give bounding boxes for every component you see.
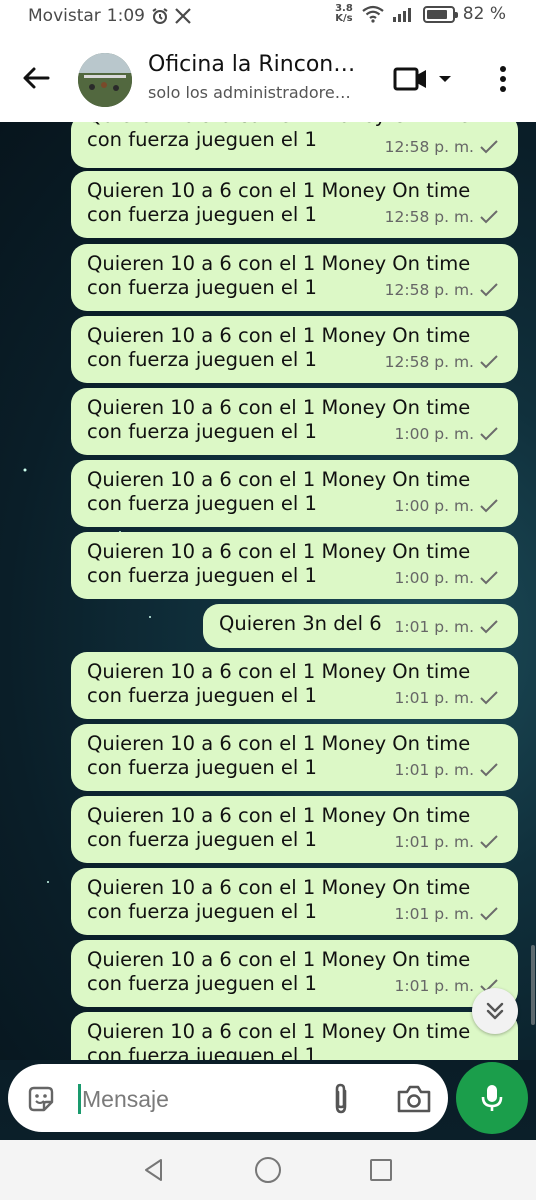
- message-input[interactable]: [82, 1082, 312, 1116]
- chat-subtitle: solo los administradore…: [148, 83, 351, 102]
- message-bubble[interactable]: Quieren 10 a 6 con el 1 Money On time co…: [71, 652, 518, 719]
- message-bubble[interactable]: Quieren 10 a 6 con el 1 Money On time co…: [71, 868, 518, 935]
- voice-record-button[interactable]: [456, 1062, 528, 1134]
- back-arrow-icon[interactable]: [20, 62, 52, 94]
- message-text: Quieren 3n del 6: [219, 612, 382, 635]
- message-bubble[interactable]: Quieren 10 a 6 con el 1 Money On time co…: [71, 940, 518, 1007]
- message-meta: 1:00 p. m.: [395, 566, 498, 590]
- sent-check-icon: [480, 691, 498, 705]
- signal-icon: [392, 8, 411, 22]
- message-time: 1:00 p. m.: [394, 497, 474, 515]
- message-meta: 1:01 p. m.: [395, 686, 498, 710]
- scrollbar-thumb[interactable]: [531, 945, 535, 1025]
- microphone-icon: [481, 1085, 503, 1111]
- text-cursor: [78, 1084, 81, 1114]
- carrier-name: Movistar: [28, 6, 101, 26]
- message-time: 1:01 p. m.: [394, 977, 474, 995]
- message-time: 1:01 p. m.: [394, 618, 474, 636]
- battery-percent: 82 %: [462, 4, 506, 24]
- status-left: Movistar 1:09: [28, 6, 191, 26]
- message-time: 12:58 p. m.: [384, 353, 474, 371]
- video-camera-icon: [393, 67, 451, 91]
- message-bubble[interactable]: Quieren 10 a 6 con el 1 Money On time co…: [71, 460, 518, 527]
- message-bubble[interactable]: Quieren 10 a 6 con el 1 Money On time co…: [71, 388, 518, 455]
- group-avatar[interactable]: [78, 53, 132, 107]
- system-nav-bar: [0, 1140, 536, 1200]
- more-vertical-icon: [500, 66, 506, 92]
- message-meta: 1:01 p. m.: [395, 758, 498, 782]
- message-time: 1:00 p. m.: [394, 425, 474, 443]
- sent-check-icon: [480, 907, 498, 921]
- clock: 1:09: [106, 6, 145, 26]
- message-bubble[interactable]: Quieren 10 a 6 con el 1 Money On time co…: [71, 171, 518, 238]
- sent-check-icon: [480, 620, 498, 634]
- message-text: Quieren 10 a 6 con el 1 Money On time co…: [87, 1020, 471, 1060]
- battery-icon: [422, 5, 458, 23]
- message-meta: 1:01 p. m.: [395, 615, 498, 639]
- message-bubble[interactable]: Quieren 10 a 6 con el 1 Money On time co…: [71, 532, 518, 599]
- sent-check-icon: [480, 499, 498, 513]
- message-time: 1:01 p. m.: [394, 689, 474, 707]
- message-input-pill[interactable]: [8, 1064, 448, 1132]
- sent-check-icon: [480, 210, 498, 224]
- message-time: 12:58 p. m.: [384, 208, 474, 226]
- message-meta: 1:00 p. m.: [395, 422, 498, 446]
- sent-check-icon: [480, 763, 498, 777]
- message-bubble[interactable]: Quieren 3n del 6 1:01 p. m.: [203, 604, 518, 648]
- sent-check-icon: [480, 427, 498, 441]
- message-meta: 1:01 p. m.: [395, 830, 498, 854]
- battery-tip: [454, 11, 458, 18]
- message-meta: 12:58 p. m.: [385, 350, 498, 374]
- message-meta: 12:58 p. m.: [385, 205, 498, 229]
- message-bubble[interactable]: Quieren 10 a 6 con el 1 Money On time co…: [71, 316, 518, 383]
- double-chevron-down-icon: [486, 1002, 504, 1020]
- message-time: 12:58 p. m.: [384, 138, 474, 156]
- sent-check-icon: [480, 835, 498, 849]
- message-meta: 1:01 p. m.: [395, 902, 498, 926]
- message-time: 1:01 p. m.: [394, 905, 474, 923]
- camera-icon[interactable]: [396, 1084, 432, 1114]
- sent-check-icon: [480, 355, 498, 369]
- chat-title: Oficina la Rincon…: [148, 52, 356, 77]
- composer-bar: [0, 1060, 536, 1140]
- sent-check-icon: [480, 571, 498, 585]
- message-meta: 1:00 p. m.: [395, 494, 498, 518]
- battery-fill: [426, 9, 447, 19]
- message-bubble[interactable]: Quieren 10 a 6 con el 1 Money On time co…: [71, 796, 518, 863]
- scroll-to-bottom-button[interactable]: [472, 988, 518, 1034]
- message-time: 1:01 p. m.: [394, 833, 474, 851]
- message-time: 1:01 p. m.: [394, 761, 474, 779]
- network-speed: 3.8 K/s: [335, 4, 353, 24]
- message-time: 12:58 p. m.: [384, 281, 474, 299]
- video-call-button[interactable]: [393, 65, 455, 95]
- message-time: 1:00 p. m.: [394, 569, 474, 587]
- message-bubble[interactable]: Quieren 10 a 6 con el 1 Money On time co…: [71, 1012, 518, 1060]
- status-bar: Movistar 1:09 3.8 K/s 82 %: [0, 0, 536, 34]
- wifi-icon: [362, 5, 384, 23]
- message-meta: 12:58 p. m.: [385, 278, 498, 302]
- status-right: 3.8 K/s 82 %: [335, 4, 506, 25]
- sent-check-icon: [480, 283, 498, 297]
- paperclip-icon[interactable]: [326, 1082, 356, 1116]
- alarm-icon: [152, 8, 168, 24]
- message-bubble[interactable]: Quieren 10 a 6 con el 1 Money On time co…: [71, 724, 518, 791]
- sent-check-icon: [480, 140, 498, 154]
- network-speed-unit: K/s: [335, 13, 353, 24]
- chat-header: Oficina la Rincon… solo los administrado…: [0, 34, 536, 122]
- nav-back-icon[interactable]: [142, 1158, 166, 1182]
- message-bubble[interactable]: Quieren 10 a 6 con el 1 Money On time co…: [71, 122, 518, 168]
- more-options-button[interactable]: [492, 62, 514, 96]
- nav-home-icon[interactable]: [255, 1157, 281, 1183]
- sticker-emoji-icon[interactable]: [26, 1084, 56, 1114]
- nav-recents-icon[interactable]: [370, 1159, 392, 1181]
- avatar-photo: [78, 53, 132, 107]
- message-meta: 12:58 p. m.: [385, 135, 498, 159]
- header-text[interactable]: Oficina la Rincon… solo los administrado…: [148, 52, 378, 102]
- x-logo-icon: [175, 8, 191, 24]
- chat-area[interactable]: Quieren 10 a 6 con el 1 Money On time co…: [0, 122, 536, 1060]
- message-bubble[interactable]: Quieren 10 a 6 con el 1 Money On time co…: [71, 244, 518, 311]
